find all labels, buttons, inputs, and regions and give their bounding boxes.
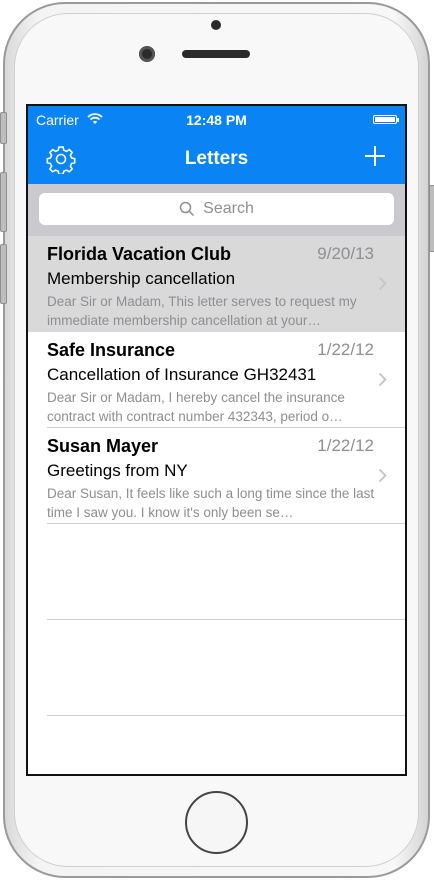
- letter-date: 1/22/12: [317, 340, 374, 359]
- power-button: [429, 185, 434, 252]
- mute-switch: [0, 112, 7, 144]
- letter-subject: Greetings from NY: [47, 461, 188, 480]
- letter-row[interactable]: Florida Vacation Club 9/20/13 Membership…: [28, 236, 405, 332]
- plus-icon[interactable]: [363, 144, 387, 168]
- letter-date: 1/22/12: [317, 436, 374, 455]
- proximity-sensor: [211, 20, 221, 30]
- search-input[interactable]: Search: [39, 193, 394, 225]
- search-placeholder: Search: [203, 200, 254, 217]
- letter-preview: Dear Susan, It feels like such a long ti…: [47, 486, 375, 520]
- front-camera: [139, 46, 155, 62]
- letter-row[interactable]: Susan Mayer 1/22/12 Greetings from NY De…: [28, 428, 405, 524]
- letter-sender: Florida Vacation Club: [47, 244, 232, 264]
- chevron-right-icon: [378, 372, 387, 387]
- letter-sender: Safe Insurance: [47, 340, 176, 360]
- letter-date: 9/20/13: [317, 244, 374, 263]
- row-separator: [47, 523, 405, 524]
- letter-subject: Membership cancellation: [47, 269, 236, 288]
- search-bar: Search: [28, 184, 405, 236]
- row-separator: [47, 619, 405, 620]
- row-separator: [47, 715, 405, 716]
- letter-subject: Cancellation of Insurance GH32431: [47, 365, 317, 384]
- earpiece-speaker: [182, 50, 250, 58]
- letter-row[interactable]: Safe Insurance 1/22/12 Cancellation of I…: [28, 332, 405, 428]
- letter-preview: Dear Sir or Madam, This letter serves to…: [47, 294, 357, 328]
- top-bar: Carrier 12:48 PM Letters: [28, 106, 405, 184]
- letter-sender: Susan Mayer: [47, 436, 159, 456]
- battery-icon: [373, 115, 399, 124]
- search-icon: [179, 201, 195, 217]
- home-button[interactable]: [185, 791, 248, 854]
- chevron-right-icon: [378, 468, 387, 483]
- volume-up-button: [0, 172, 7, 232]
- status-time: 12:48 PM: [186, 112, 247, 128]
- letter-preview: Dear Sir or Madam, I hereby cancel the i…: [47, 390, 345, 424]
- chevron-right-icon: [378, 276, 387, 291]
- volume-down-button: [0, 244, 7, 304]
- status-bar: Carrier 12:48 PM: [28, 111, 405, 129]
- page-title: Letters: [184, 148, 249, 169]
- app-screen: Carrier 12:48 PM Letters Search Florida …: [26, 104, 407, 776]
